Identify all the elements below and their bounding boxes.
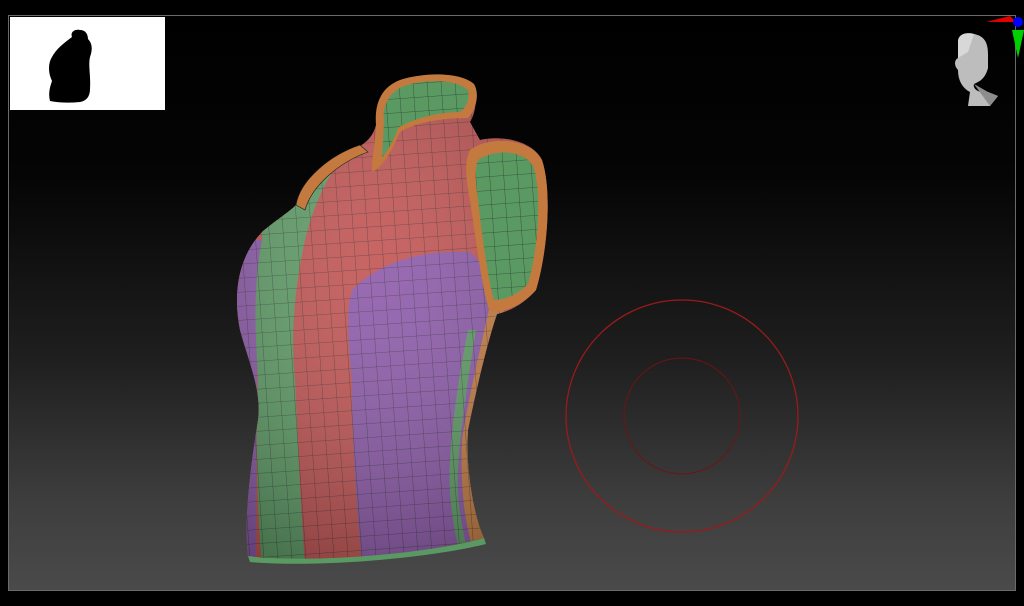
x-axis-arrow xyxy=(986,16,1016,22)
z-axis-dot xyxy=(1013,17,1023,27)
model-scene[interactable] xyxy=(0,0,1024,606)
head-orientation-icon[interactable] xyxy=(948,12,1024,112)
y-axis-arrow xyxy=(1012,30,1024,58)
brush-radius-icon xyxy=(565,299,799,533)
